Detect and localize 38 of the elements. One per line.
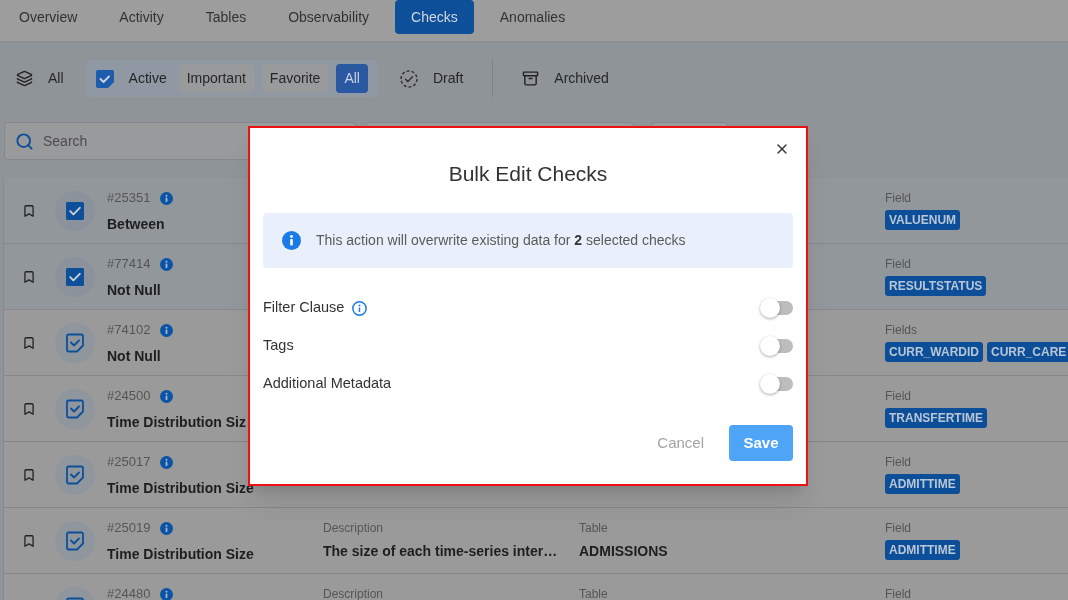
field-tag: TRANSFERTIME: [885, 408, 987, 428]
column-label: Field: [885, 588, 911, 600]
check-id: #77414: [107, 258, 151, 270]
option-label: Filter Clause: [263, 298, 345, 318]
column-label: Field: [885, 390, 912, 402]
check-id: #25019: [107, 522, 151, 534]
column-label: Fields: [885, 324, 918, 336]
field-tag: CURR_WARDID: [885, 342, 983, 362]
field-tag: RESULTSTATUS: [885, 276, 987, 296]
column-label: Field: [885, 456, 912, 468]
description-text: The size of each time-series inter…: [323, 542, 559, 560]
option-label: Tags: [263, 336, 294, 356]
check-name: Time Distribution Size: [107, 479, 254, 497]
check-name: Not Null: [107, 281, 162, 299]
table-name: ADMISSIONS: [579, 542, 669, 560]
check-id: #24480: [107, 588, 151, 600]
notice-text: This action will overwrite existing data for 2 selected checks: [316, 231, 686, 250]
check-name: Not Null: [107, 347, 162, 365]
column-label: Description: [323, 522, 385, 534]
check-id: #25017: [107, 456, 151, 468]
column-label: Field: [885, 192, 912, 204]
column-label: Description: [323, 588, 385, 600]
column-label: Table: [579, 588, 609, 600]
option-label: Additional Metadata: [263, 374, 392, 394]
field-tag: ADMITTIME: [885, 540, 960, 560]
check-id: #24500: [107, 390, 151, 402]
field-tag: VALUENUM: [885, 210, 961, 230]
dialog-title: Bulk Edit Checks: [447, 161, 609, 187]
field-tag: ADMITTIME: [885, 474, 960, 494]
check-id: #74102: [107, 324, 151, 336]
check-name: Time Distribution Size: [107, 545, 254, 563]
check-name: Between: [107, 215, 166, 233]
field-tag: CURR_CARE: [987, 342, 1068, 362]
column-label: Table: [579, 522, 609, 534]
check-id: #25351: [107, 192, 151, 204]
column-label: Field: [885, 258, 912, 270]
column-label: Field: [885, 522, 912, 534]
check-name: Time Distribution Siz: [107, 413, 246, 431]
